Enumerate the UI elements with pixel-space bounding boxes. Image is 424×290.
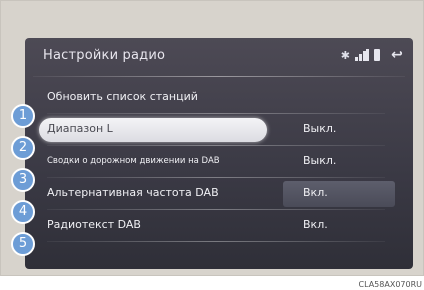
battery-icon	[374, 49, 380, 61]
row-divider	[47, 241, 385, 242]
callout-4: 4	[11, 200, 35, 224]
menu-item-label: Диапазон L	[47, 122, 113, 135]
display-frame: Настройки радио ✱ ↩ Обновить список стан…	[0, 0, 424, 276]
signal-strength-icon	[355, 49, 369, 61]
callout-5: 5	[11, 232, 35, 256]
menu-item-band-l[interactable]: Диапазон L Выкл.	[25, 114, 413, 146]
menu-item-value: Выкл.	[303, 154, 337, 167]
menu-item-value: Выкл.	[303, 122, 337, 135]
menu-item-alt-freq-dab[interactable]: Альтернативная частота DAB Вкл.	[25, 178, 413, 210]
bluetooth-icon: ✱	[340, 48, 350, 62]
radio-settings-screen: Настройки радио ✱ ↩ Обновить список стан…	[25, 38, 413, 269]
image-code: CLA58AX070RU	[358, 280, 422, 289]
menu-item-value: Вкл.	[303, 218, 328, 231]
menu-item-traffic-dab[interactable]: Сводки о дорожном движении на DAB Выкл.	[25, 146, 413, 178]
back-icon[interactable]: ↩	[387, 46, 407, 64]
menu-item-radiotext-dab[interactable]: Радиотекст DAB Вкл.	[25, 210, 413, 242]
menu-item-value: Вкл.	[303, 186, 328, 199]
menu-item-update-stations[interactable]: Обновить список станций	[25, 82, 413, 114]
callout-2: 2	[11, 136, 35, 160]
menu-item-label: Альтернативная частота DAB	[47, 186, 219, 199]
status-bar: ✱ ↩	[341, 46, 407, 64]
value-highlight	[283, 181, 395, 207]
menu-item-label: Обновить список станций	[47, 90, 198, 103]
menu-item-label: Сводки о дорожном движении на DAB	[47, 156, 220, 166]
header-divider	[33, 76, 405, 77]
callout-3: 3	[11, 168, 35, 192]
menu-item-label: Радиотекст DAB	[47, 218, 141, 231]
callout-1: 1	[11, 104, 35, 128]
page-title: Настройки радио	[43, 48, 166, 63]
